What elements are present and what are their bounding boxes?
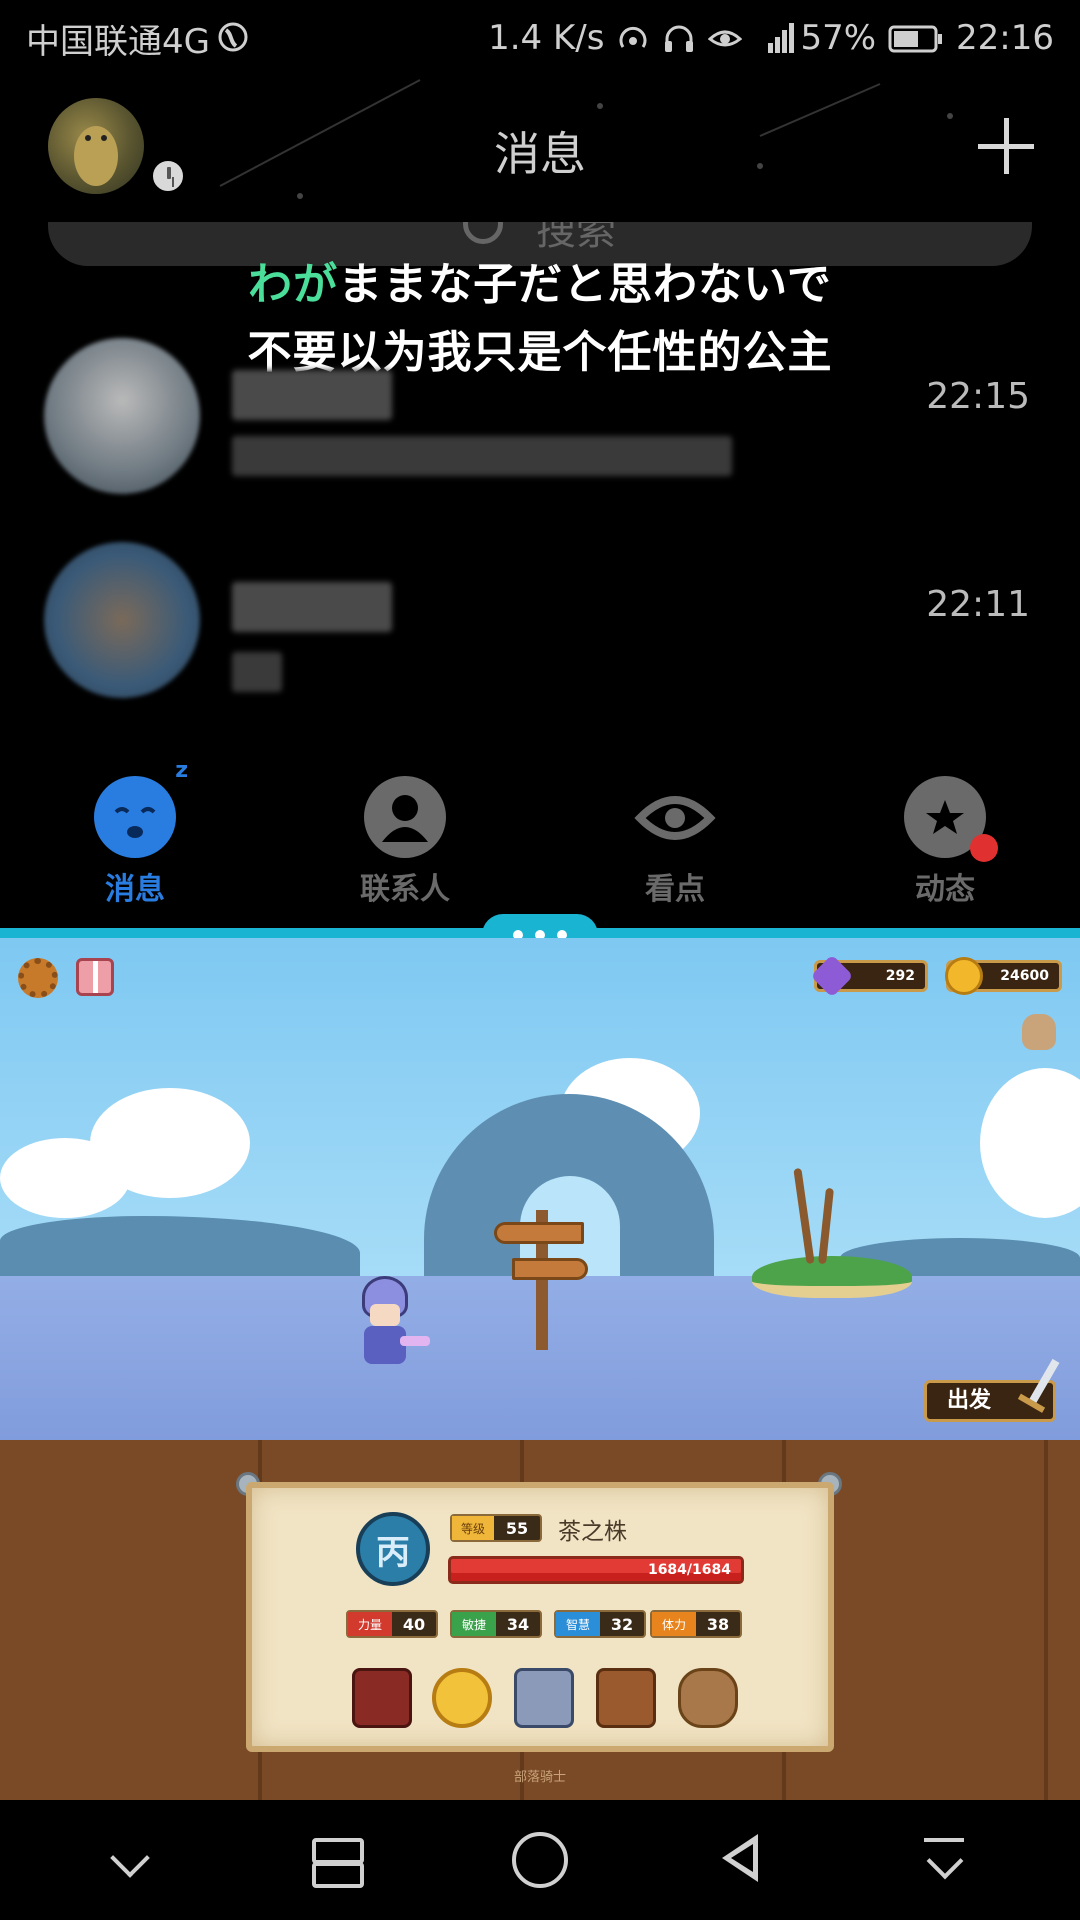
coin-counter[interactable]: 24600	[945, 957, 1062, 995]
carrier-label: 中国联通4G	[26, 21, 210, 62]
bottom-tab-bar: z 消息 联系人 看点 动态	[0, 758, 1080, 916]
tab-label: 看点	[645, 872, 705, 907]
stat-strength: 力量 40	[346, 1610, 438, 1638]
stat-value: 32	[610, 1614, 634, 1634]
notification-dot	[970, 834, 998, 862]
rank-badge: 丙	[356, 1512, 430, 1586]
bag-icon[interactable]	[1022, 1014, 1056, 1050]
chevron-down-icon[interactable]	[102, 1830, 162, 1890]
message-preview-redacted	[232, 652, 282, 692]
battery-icon	[888, 21, 944, 55]
level-box: 等级 55	[450, 1514, 542, 1542]
back-icon[interactable]	[714, 1830, 774, 1890]
contact-avatar	[44, 542, 200, 698]
gold-coin-icon[interactable]	[432, 1668, 492, 1728]
sleeping-face-icon: z	[94, 758, 188, 858]
contact-name-redacted	[232, 370, 392, 420]
tab-label: 消息	[105, 872, 165, 907]
search-icon	[463, 222, 503, 244]
signal-icon	[754, 21, 795, 55]
gem-bag-icon[interactable]	[678, 1668, 738, 1728]
gem-amount: 292	[885, 968, 915, 984]
tab-label: 联系人	[360, 872, 450, 907]
home-icon[interactable]	[510, 1830, 570, 1890]
signpost-board	[512, 1258, 588, 1280]
battery-percent: 57%	[800, 18, 877, 58]
hero-character[interactable]	[354, 1276, 430, 1372]
hero-name: 茶之株	[558, 1519, 627, 1545]
headphones-icon	[662, 21, 696, 55]
qq-message-panel: 消息 搜索 わがままな子だと思わないで 不要以为我只是个任性的公主 22:15 …	[0, 76, 1080, 928]
person-icon	[364, 776, 446, 858]
gem-icon	[810, 954, 854, 998]
contact-name-redacted	[232, 582, 392, 632]
chat-time: 22:11	[926, 584, 1030, 625]
signpost-board	[494, 1222, 584, 1244]
recent-apps-icon[interactable]	[306, 1830, 366, 1890]
chat-time: 22:15	[926, 376, 1030, 417]
chest-potion-icon[interactable]	[596, 1668, 656, 1728]
stat-label: 敏捷	[452, 1612, 496, 1636]
stat-wisdom: 智慧 32	[554, 1610, 646, 1638]
coin-icon	[945, 957, 983, 995]
gear-icon[interactable]	[18, 958, 58, 998]
stat-agility: 敏捷 34	[450, 1610, 542, 1638]
net-speed: 1.4 K/s	[488, 18, 605, 58]
contact-avatar	[44, 338, 200, 494]
hotspot-icon	[616, 21, 650, 55]
clock: 22:16	[956, 18, 1054, 58]
stat-value: 34	[506, 1614, 530, 1634]
lyric-line-1: わがままな子だと思わないで	[0, 248, 1080, 312]
stat-value: 38	[706, 1614, 730, 1634]
stat-value: 40	[402, 1614, 426, 1634]
plus-icon[interactable]	[978, 118, 1034, 174]
chat-row[interactable]: 22:15	[0, 326, 1080, 506]
eye-icon	[634, 776, 716, 858]
page-title: 消息	[494, 127, 586, 181]
coin-amount: 24600	[1000, 968, 1049, 984]
tab-contacts[interactable]: 联系人	[270, 766, 540, 916]
message-preview-redacted	[232, 436, 732, 476]
card-deck-icon[interactable]	[514, 1668, 574, 1728]
zz-icon: z	[175, 758, 188, 783]
sword-icon	[1017, 1358, 1060, 1413]
hide-nav-icon[interactable]	[918, 1830, 978, 1890]
tab-messages[interactable]: z 消息	[0, 758, 270, 916]
lyric-rest: ままな子だと思わないで	[338, 259, 832, 310]
level-tag: 等级	[452, 1516, 494, 1540]
book-icon[interactable]	[352, 1668, 412, 1728]
status-bar: 中国联通4G 1.4 K/s 57% 22:16	[0, 0, 1080, 76]
hp-bar: 1684/1684	[448, 1556, 744, 1584]
stat-stamina: 体力 38	[650, 1610, 742, 1638]
tab-moments[interactable]: 动态	[810, 766, 1080, 916]
gem-counter[interactable]: 292	[810, 954, 928, 998]
eye-comfort-icon	[708, 21, 743, 55]
lyric-accent: わが	[248, 259, 339, 310]
level-value: 55	[505, 1518, 529, 1538]
tab-label: 动态	[915, 872, 975, 907]
game-title: 部落骑士	[513, 1770, 566, 1785]
island	[752, 1256, 912, 1298]
cloud	[0, 1138, 130, 1218]
globe-icon	[218, 21, 252, 55]
hero-info-panel: 丙 等级 55 茶之株 1684/1684 力量 40 敏捷 34 智慧 32 …	[246, 1482, 834, 1752]
stat-label: 智慧	[556, 1612, 600, 1636]
chat-row[interactable]: 22:11	[0, 542, 1080, 722]
system-nav-bar	[0, 1800, 1080, 1920]
gift-icon[interactable]	[76, 958, 114, 996]
stat-label: 力量	[348, 1612, 392, 1636]
stat-label: 体力	[652, 1612, 696, 1636]
tab-discover[interactable]: 看点	[540, 766, 810, 916]
game-panel: 292 24600 出发 丙 等级 55 茶之株 1684/1684 力量 40…	[0, 938, 1080, 1800]
